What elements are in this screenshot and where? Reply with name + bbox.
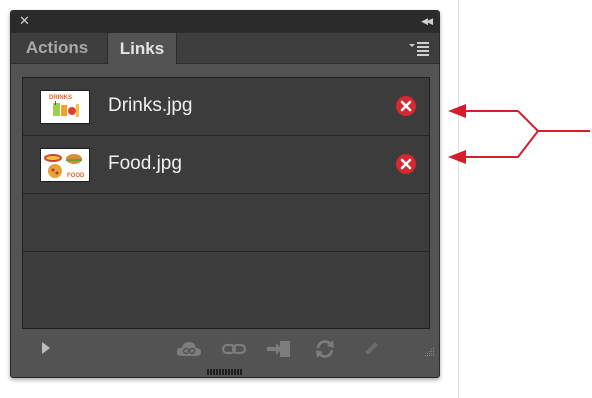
screenshot-stage: ✕ ◀◀ Actions Links DRINKS Drinks.jpg FOO… <box>0 0 592 398</box>
annotation-arrows <box>448 104 590 164</box>
